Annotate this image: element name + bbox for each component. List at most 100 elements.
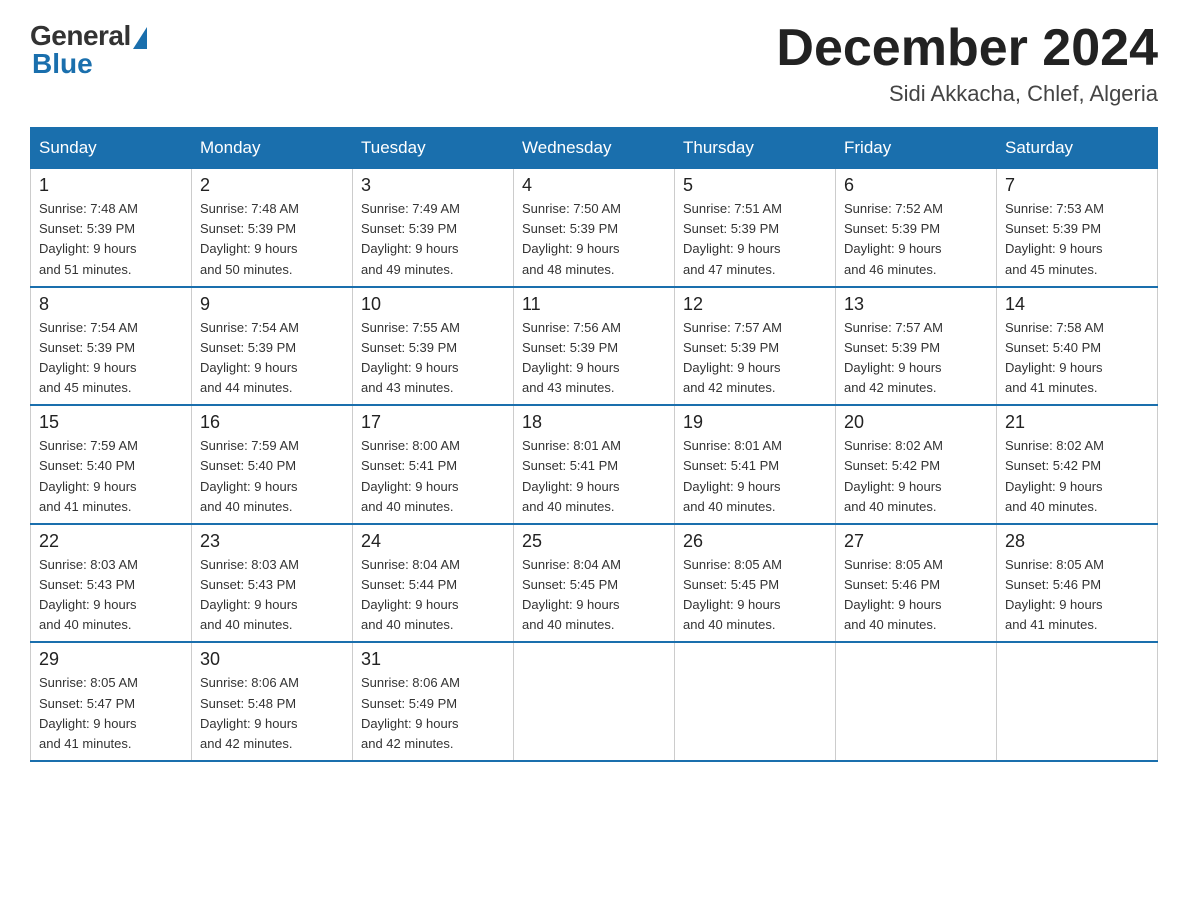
- day-info: Sunrise: 7:57 AM Sunset: 5:39 PM Dayligh…: [683, 318, 827, 399]
- day-number: 27: [844, 531, 988, 552]
- day-number: 14: [1005, 294, 1149, 315]
- calendar-day-cell: 11 Sunrise: 7:56 AM Sunset: 5:39 PM Dayl…: [514, 287, 675, 406]
- col-sunday: Sunday: [31, 128, 192, 169]
- day-number: 15: [39, 412, 183, 433]
- calendar-day-cell: [997, 642, 1158, 761]
- day-number: 11: [522, 294, 666, 315]
- day-number: 21: [1005, 412, 1149, 433]
- col-friday: Friday: [836, 128, 997, 169]
- calendar-day-cell: 21 Sunrise: 8:02 AM Sunset: 5:42 PM Dayl…: [997, 405, 1158, 524]
- day-number: 26: [683, 531, 827, 552]
- day-number: 25: [522, 531, 666, 552]
- day-number: 18: [522, 412, 666, 433]
- calendar-day-cell: 29 Sunrise: 8:05 AM Sunset: 5:47 PM Dayl…: [31, 642, 192, 761]
- calendar-day-cell: 22 Sunrise: 8:03 AM Sunset: 5:43 PM Dayl…: [31, 524, 192, 643]
- day-number: 10: [361, 294, 505, 315]
- day-info: Sunrise: 7:54 AM Sunset: 5:39 PM Dayligh…: [39, 318, 183, 399]
- day-info: Sunrise: 8:03 AM Sunset: 5:43 PM Dayligh…: [39, 555, 183, 636]
- day-number: 13: [844, 294, 988, 315]
- day-number: 3: [361, 175, 505, 196]
- calendar-day-cell: 19 Sunrise: 8:01 AM Sunset: 5:41 PM Dayl…: [675, 405, 836, 524]
- day-info: Sunrise: 8:02 AM Sunset: 5:42 PM Dayligh…: [844, 436, 988, 517]
- logo-triangle-icon: [133, 27, 147, 49]
- day-info: Sunrise: 8:03 AM Sunset: 5:43 PM Dayligh…: [200, 555, 344, 636]
- day-info: Sunrise: 8:06 AM Sunset: 5:49 PM Dayligh…: [361, 673, 505, 754]
- day-number: 8: [39, 294, 183, 315]
- calendar-week-row: 22 Sunrise: 8:03 AM Sunset: 5:43 PM Dayl…: [31, 524, 1158, 643]
- calendar-day-cell: 2 Sunrise: 7:48 AM Sunset: 5:39 PM Dayli…: [192, 169, 353, 287]
- day-number: 6: [844, 175, 988, 196]
- day-info: Sunrise: 7:52 AM Sunset: 5:39 PM Dayligh…: [844, 199, 988, 280]
- location-subtitle: Sidi Akkacha, Chlef, Algeria: [776, 81, 1158, 107]
- col-monday: Monday: [192, 128, 353, 169]
- calendar-day-cell: 4 Sunrise: 7:50 AM Sunset: 5:39 PM Dayli…: [514, 169, 675, 287]
- calendar-day-cell: 20 Sunrise: 8:02 AM Sunset: 5:42 PM Dayl…: [836, 405, 997, 524]
- calendar-day-cell: 1 Sunrise: 7:48 AM Sunset: 5:39 PM Dayli…: [31, 169, 192, 287]
- day-number: 22: [39, 531, 183, 552]
- col-thursday: Thursday: [675, 128, 836, 169]
- day-info: Sunrise: 8:06 AM Sunset: 5:48 PM Dayligh…: [200, 673, 344, 754]
- day-info: Sunrise: 8:04 AM Sunset: 5:44 PM Dayligh…: [361, 555, 505, 636]
- calendar-day-cell: 7 Sunrise: 7:53 AM Sunset: 5:39 PM Dayli…: [997, 169, 1158, 287]
- day-info: Sunrise: 8:04 AM Sunset: 5:45 PM Dayligh…: [522, 555, 666, 636]
- calendar-day-cell: 26 Sunrise: 8:05 AM Sunset: 5:45 PM Dayl…: [675, 524, 836, 643]
- day-info: Sunrise: 8:02 AM Sunset: 5:42 PM Dayligh…: [1005, 436, 1149, 517]
- day-info: Sunrise: 7:56 AM Sunset: 5:39 PM Dayligh…: [522, 318, 666, 399]
- day-info: Sunrise: 7:58 AM Sunset: 5:40 PM Dayligh…: [1005, 318, 1149, 399]
- col-wednesday: Wednesday: [514, 128, 675, 169]
- day-number: 1: [39, 175, 183, 196]
- day-info: Sunrise: 8:05 AM Sunset: 5:46 PM Dayligh…: [1005, 555, 1149, 636]
- day-info: Sunrise: 8:05 AM Sunset: 5:45 PM Dayligh…: [683, 555, 827, 636]
- day-info: Sunrise: 7:51 AM Sunset: 5:39 PM Dayligh…: [683, 199, 827, 280]
- title-section: December 2024 Sidi Akkacha, Chlef, Alger…: [776, 20, 1158, 107]
- day-number: 4: [522, 175, 666, 196]
- day-number: 23: [200, 531, 344, 552]
- calendar-day-cell: 9 Sunrise: 7:54 AM Sunset: 5:39 PM Dayli…: [192, 287, 353, 406]
- calendar-day-cell: 18 Sunrise: 8:01 AM Sunset: 5:41 PM Dayl…: [514, 405, 675, 524]
- day-number: 30: [200, 649, 344, 670]
- day-info: Sunrise: 7:53 AM Sunset: 5:39 PM Dayligh…: [1005, 199, 1149, 280]
- day-info: Sunrise: 7:54 AM Sunset: 5:39 PM Dayligh…: [200, 318, 344, 399]
- calendar-week-row: 15 Sunrise: 7:59 AM Sunset: 5:40 PM Dayl…: [31, 405, 1158, 524]
- calendar-day-cell: 30 Sunrise: 8:06 AM Sunset: 5:48 PM Dayl…: [192, 642, 353, 761]
- page-header: General Blue December 2024 Sidi Akkacha,…: [30, 20, 1158, 107]
- calendar-day-cell: 8 Sunrise: 7:54 AM Sunset: 5:39 PM Dayli…: [31, 287, 192, 406]
- calendar-day-cell: 14 Sunrise: 7:58 AM Sunset: 5:40 PM Dayl…: [997, 287, 1158, 406]
- day-number: 9: [200, 294, 344, 315]
- calendar-day-cell: 31 Sunrise: 8:06 AM Sunset: 5:49 PM Dayl…: [353, 642, 514, 761]
- calendar-day-cell: 12 Sunrise: 7:57 AM Sunset: 5:39 PM Dayl…: [675, 287, 836, 406]
- day-info: Sunrise: 8:01 AM Sunset: 5:41 PM Dayligh…: [683, 436, 827, 517]
- calendar-week-row: 1 Sunrise: 7:48 AM Sunset: 5:39 PM Dayli…: [31, 169, 1158, 287]
- calendar-day-cell: 27 Sunrise: 8:05 AM Sunset: 5:46 PM Dayl…: [836, 524, 997, 643]
- calendar-day-cell: 16 Sunrise: 7:59 AM Sunset: 5:40 PM Dayl…: [192, 405, 353, 524]
- day-number: 20: [844, 412, 988, 433]
- day-number: 17: [361, 412, 505, 433]
- calendar-day-cell: 25 Sunrise: 8:04 AM Sunset: 5:45 PM Dayl…: [514, 524, 675, 643]
- col-tuesday: Tuesday: [353, 128, 514, 169]
- calendar-table: Sunday Monday Tuesday Wednesday Thursday…: [30, 127, 1158, 762]
- day-number: 2: [200, 175, 344, 196]
- calendar-day-cell: [675, 642, 836, 761]
- calendar-day-cell: [514, 642, 675, 761]
- day-info: Sunrise: 8:05 AM Sunset: 5:46 PM Dayligh…: [844, 555, 988, 636]
- day-number: 5: [683, 175, 827, 196]
- calendar-day-cell: 28 Sunrise: 8:05 AM Sunset: 5:46 PM Dayl…: [997, 524, 1158, 643]
- day-info: Sunrise: 7:48 AM Sunset: 5:39 PM Dayligh…: [39, 199, 183, 280]
- day-info: Sunrise: 8:05 AM Sunset: 5:47 PM Dayligh…: [39, 673, 183, 754]
- month-year-title: December 2024: [776, 20, 1158, 77]
- day-number: 29: [39, 649, 183, 670]
- day-number: 24: [361, 531, 505, 552]
- day-info: Sunrise: 7:50 AM Sunset: 5:39 PM Dayligh…: [522, 199, 666, 280]
- logo-blue-text: Blue: [32, 48, 93, 80]
- calendar-day-cell: 13 Sunrise: 7:57 AM Sunset: 5:39 PM Dayl…: [836, 287, 997, 406]
- day-info: Sunrise: 7:59 AM Sunset: 5:40 PM Dayligh…: [200, 436, 344, 517]
- day-info: Sunrise: 8:01 AM Sunset: 5:41 PM Dayligh…: [522, 436, 666, 517]
- day-info: Sunrise: 8:00 AM Sunset: 5:41 PM Dayligh…: [361, 436, 505, 517]
- col-saturday: Saturday: [997, 128, 1158, 169]
- calendar-header-row: Sunday Monday Tuesday Wednesday Thursday…: [31, 128, 1158, 169]
- calendar-day-cell: 17 Sunrise: 8:00 AM Sunset: 5:41 PM Dayl…: [353, 405, 514, 524]
- day-number: 16: [200, 412, 344, 433]
- calendar-day-cell: 24 Sunrise: 8:04 AM Sunset: 5:44 PM Dayl…: [353, 524, 514, 643]
- calendar-week-row: 8 Sunrise: 7:54 AM Sunset: 5:39 PM Dayli…: [31, 287, 1158, 406]
- day-number: 31: [361, 649, 505, 670]
